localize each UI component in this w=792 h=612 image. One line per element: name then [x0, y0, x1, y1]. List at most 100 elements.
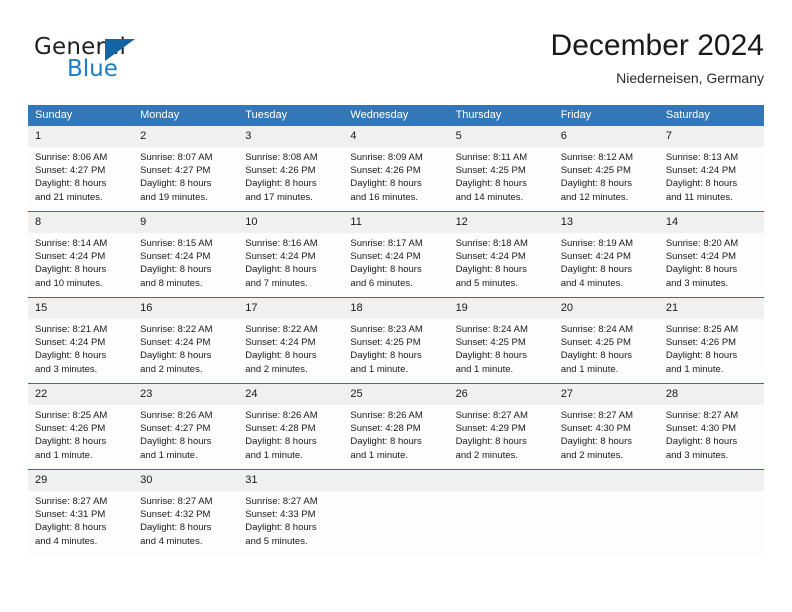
calendar-day-cell[interactable]: 2 Sunrise: 8:07 AM Sunset: 4:27 PM Daylight…	[133, 126, 239, 212]
calendar-day-cell[interactable]: 1 Sunrise: 8:06 AM Sunset: 4:27 PM Daylight…	[28, 126, 134, 212]
calendar-day-cell[interactable]: 29 Sunrise: 8:27 AM Sunset: 4:31 PM Dayligh…	[28, 469, 134, 555]
sunrise-time: Sunrise: 8:27 AM	[245, 496, 318, 507]
day-number: 23	[133, 384, 239, 405]
sunrise-time: Sunrise: 8:27 AM	[665, 410, 739, 421]
calendar-day-cell[interactable]: 9 Sunrise: 8:15 AM Sunset: 4:24 PM Daylight…	[133, 211, 239, 298]
calendar-day-cell-empty	[658, 469, 764, 555]
daylight-duration-line2: and 4 minutes.	[140, 535, 203, 547]
sunset-time: Sunset: 4:25 PM	[560, 165, 631, 177]
calendar-day-cell[interactable]: 14 Sunrise: 8:20 AM Sunset: 4:24 PM Dayligh…	[658, 211, 764, 298]
calendar-day-cell[interactable]: 28 Sunrise: 8:27 AM Sunset: 4:30 PM Dayligh…	[658, 383, 764, 470]
day-number: 15	[28, 298, 134, 319]
daylight-duration-line1: Daylight: 8 hours	[35, 522, 107, 534]
calendar-day-cell[interactable]: 3 Sunrise: 8:08 AM Sunset: 4:26 PM Daylight…	[238, 126, 344, 212]
weekday-header-friday: Friday	[553, 105, 659, 126]
sunrise-time: Sunrise: 8:26 AM	[245, 410, 318, 421]
calendar-day-cell[interactable]: 31 Sunrise: 8:27 AM Sunset: 4:33 PM Dayligh…	[238, 469, 344, 555]
day-number: 30	[133, 470, 239, 491]
sunrise-time: Sunrise: 8:15 AM	[140, 238, 213, 249]
calendar-day-cell[interactable]: 13 Sunrise: 8:19 AM Sunset: 4:24 PM Dayligh…	[553, 211, 659, 298]
calendar-day-cell[interactable]: 19 Sunrise: 8:24 AM Sunset: 4:25 PM Dayligh…	[448, 297, 554, 384]
sunset-time: Sunset: 4:28 PM	[350, 423, 421, 435]
calendar-day-cell[interactable]: 12 Sunrise: 8:18 AM Sunset: 4:24 PM Dayligh…	[448, 211, 554, 298]
calendar-day-cell[interactable]: 4 Sunrise: 8:09 AM Sunset: 4:26 PM Daylight…	[343, 126, 449, 212]
sunrise-time: Sunrise: 8:09 AM	[350, 152, 423, 163]
calendar-day-cell[interactable]: 11 Sunrise: 8:17 AM Sunset: 4:24 PM Dayligh…	[343, 211, 449, 298]
day-number	[448, 470, 554, 491]
weekday-header-thursday: Thursday	[448, 105, 554, 126]
calendar-day-cell[interactable]: 8 Sunrise: 8:14 AM Sunset: 4:24 PM Daylight…	[28, 211, 134, 298]
calendar-table: Sunday Monday Tuesday Wednesday Thursday…	[28, 105, 764, 555]
calendar-day-cell[interactable]: 30 Sunrise: 8:27 AM Sunset: 4:32 PM Dayligh…	[133, 469, 239, 555]
sunrise-time: Sunrise: 8:27 AM	[455, 410, 528, 421]
calendar-header-row: Sunday Monday Tuesday Wednesday Thursday…	[28, 105, 764, 126]
sunrise-time: Sunrise: 8:17 AM	[350, 238, 423, 249]
daylight-duration-line2: and 16 minutes.	[350, 191, 419, 203]
calendar-day-cell[interactable]: 7 Sunrise: 8:13 AM Sunset: 4:24 PM Daylight…	[658, 126, 764, 212]
daylight-duration-line1: Daylight: 8 hours	[455, 436, 527, 448]
day-number: 24	[238, 384, 344, 405]
day-number: 14	[658, 212, 764, 233]
daylight-duration-line2: and 5 minutes.	[455, 277, 518, 289]
calendar-day-cell[interactable]: 10 Sunrise: 8:16 AM Sunset: 4:24 PM Dayligh…	[238, 211, 344, 298]
calendar-day-cell-empty	[448, 469, 554, 555]
daylight-duration-line1: Daylight: 8 hours	[350, 350, 422, 362]
calendar-day-cell[interactable]: 16 Sunrise: 8:22 AM Sunset: 4:24 PM Dayligh…	[133, 297, 239, 384]
sunrise-time: Sunrise: 8:18 AM	[455, 238, 528, 249]
day-details: Sunrise: 8:26 AM Sunset: 4:28 PM Daylight:…	[343, 405, 448, 462]
daylight-duration-line2: and 1 minute.	[140, 449, 198, 461]
calendar-day-cell[interactable]: 22 Sunrise: 8:25 AM Sunset: 4:26 PM Dayligh…	[28, 383, 134, 470]
day-number: 13	[553, 212, 659, 233]
calendar-day-cell[interactable]: 23 Sunrise: 8:26 AM Sunset: 4:27 PM Dayligh…	[133, 383, 239, 470]
day-number: 20	[553, 298, 659, 319]
calendar-day-cell[interactable]: 20 Sunrise: 8:24 AM Sunset: 4:25 PM Dayligh…	[553, 297, 659, 384]
sunset-time: Sunset: 4:25 PM	[560, 337, 631, 349]
daylight-duration-line1: Daylight: 8 hours	[665, 178, 738, 190]
daylight-duration-line1: Daylight: 8 hours	[35, 436, 107, 448]
calendar-day-cell[interactable]: 27 Sunrise: 8:27 AM Sunset: 4:30 PM Dayligh…	[553, 383, 659, 470]
calendar-week-row: 1 Sunrise: 8:06 AM Sunset: 4:27 PM Daylight…	[28, 126, 764, 212]
calendar-day-cell[interactable]: 26 Sunrise: 8:27 AM Sunset: 4:29 PM Dayligh…	[448, 383, 554, 470]
sunset-time: Sunset: 4:27 PM	[140, 165, 211, 177]
sunset-time: Sunset: 4:30 PM	[665, 423, 737, 435]
daylight-duration-line1: Daylight: 8 hours	[665, 350, 738, 362]
daylight-duration-line1: Daylight: 8 hours	[140, 178, 212, 190]
day-details: Sunrise: 8:11 AM Sunset: 4:25 PM Daylight:…	[449, 147, 554, 204]
sunrise-time: Sunrise: 8:24 AM	[560, 324, 634, 335]
calendar-day-cell[interactable]: 25 Sunrise: 8:26 AM Sunset: 4:28 PM Dayligh…	[343, 383, 449, 470]
daylight-duration-line2: and 21 minutes.	[35, 191, 103, 203]
calendar-day-cell[interactable]: 5 Sunrise: 8:11 AM Sunset: 4:25 PM Daylight…	[448, 126, 554, 212]
sunrise-time: Sunrise: 8:22 AM	[245, 324, 318, 335]
brand-logo[interactable]: General Blue	[34, 34, 204, 88]
day-number: 3	[238, 126, 344, 147]
sunrise-time: Sunrise: 8:27 AM	[35, 496, 108, 507]
calendar-day-cell[interactable]: 18 Sunrise: 8:23 AM Sunset: 4:25 PM Dayligh…	[343, 297, 449, 384]
sunset-time: Sunset: 4:32 PM	[140, 509, 211, 521]
sunset-time: Sunset: 4:31 PM	[35, 509, 106, 521]
daylight-duration-line1: Daylight: 8 hours	[560, 350, 632, 362]
calendar-day-cell[interactable]: 17 Sunrise: 8:22 AM Sunset: 4:24 PM Dayligh…	[238, 297, 344, 384]
calendar-day-cell[interactable]: 21 Sunrise: 8:25 AM Sunset: 4:26 PM Dayligh…	[658, 297, 764, 384]
page-subtitle: Niederneisen, Germany	[616, 70, 764, 86]
daylight-duration-line2: and 2 minutes.	[245, 363, 308, 375]
sunrise-time: Sunrise: 8:16 AM	[245, 238, 318, 249]
calendar-day-cell[interactable]: 24 Sunrise: 8:26 AM Sunset: 4:28 PM Dayligh…	[238, 383, 344, 470]
sunset-time: Sunset: 4:24 PM	[560, 251, 631, 263]
day-details: Sunrise: 8:24 AM Sunset: 4:25 PM Daylight:…	[554, 319, 659, 376]
sunrise-time: Sunrise: 8:14 AM	[35, 238, 108, 249]
sunset-time: Sunset: 4:24 PM	[245, 337, 316, 349]
day-details: Sunrise: 8:15 AM Sunset: 4:24 PM Daylight:…	[133, 233, 238, 290]
weekday-header-saturday: Saturday	[658, 105, 764, 126]
daylight-duration-line2: and 3 minutes.	[35, 363, 98, 375]
day-details: Sunrise: 8:19 AM Sunset: 4:24 PM Daylight:…	[554, 233, 659, 290]
logo-text-blue: Blue	[67, 56, 118, 82]
day-details	[554, 491, 659, 495]
weekday-header-sunday: Sunday	[28, 105, 134, 126]
day-number: 31	[238, 470, 344, 491]
calendar-day-cell[interactable]: 15 Sunrise: 8:21 AM Sunset: 4:24 PM Dayligh…	[28, 297, 134, 384]
sunrise-time: Sunrise: 8:25 AM	[665, 324, 739, 335]
calendar-day-cell[interactable]: 6 Sunrise: 8:12 AM Sunset: 4:25 PM Daylight…	[553, 126, 659, 212]
sunrise-time: Sunrise: 8:06 AM	[35, 152, 108, 163]
daylight-duration-line1: Daylight: 8 hours	[455, 264, 527, 276]
day-details: Sunrise: 8:27 AM Sunset: 4:30 PM Daylight:…	[659, 405, 764, 462]
